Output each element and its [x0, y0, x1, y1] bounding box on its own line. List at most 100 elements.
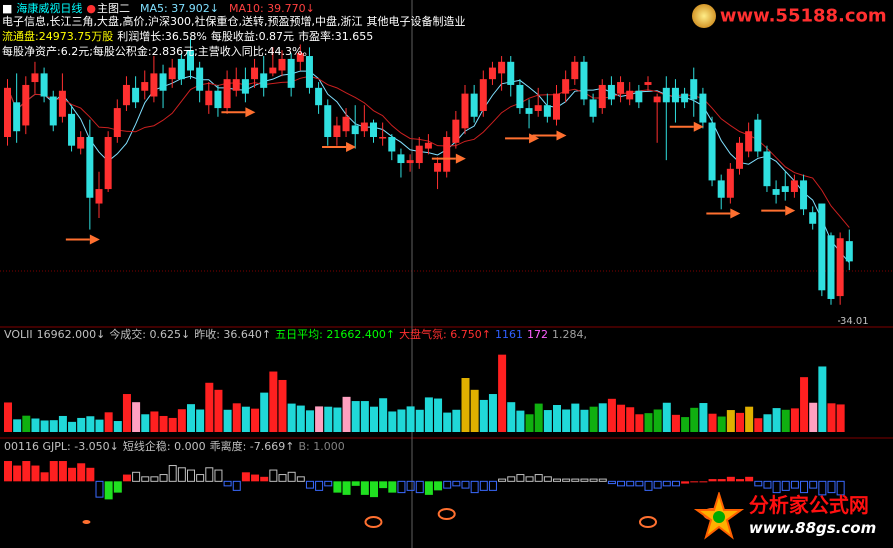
period-label[interactable]: 日线 [60, 2, 82, 15]
candle-body [68, 113, 76, 146]
indicator-bar [800, 480, 809, 494]
indicator-bar [49, 461, 58, 482]
volume-bar [159, 415, 168, 432]
volume-bar [187, 404, 195, 432]
indicator-bar [699, 481, 708, 483]
volume-bar [150, 411, 159, 432]
candle-body [196, 67, 204, 91]
industry-text: 其他电子设备制造业 [366, 15, 466, 28]
indicator-bar [58, 461, 67, 482]
candle-body [827, 235, 835, 299]
volume-bar [516, 410, 525, 432]
menu-square-icon[interactable]: ■ [2, 2, 12, 15]
indicator-bar [790, 480, 799, 489]
stock-chart[interactable]: 34.01 [0, 0, 893, 548]
indicator-bar [4, 461, 12, 482]
indicator-bar [507, 476, 516, 482]
volume-bar [196, 409, 205, 432]
candle-body [681, 93, 689, 103]
candle-body [58, 90, 66, 117]
indicator-bar [708, 479, 717, 482]
candle-body [470, 93, 478, 117]
candle-body [800, 180, 808, 210]
candle-body [315, 87, 323, 106]
indicator-bar [763, 480, 772, 489]
indicator-bar [653, 480, 662, 489]
indicator-bar [580, 478, 589, 482]
candle-body [699, 93, 707, 123]
indicator-bar [31, 465, 40, 482]
volume-bar [406, 406, 415, 432]
indicator-bar [205, 467, 214, 482]
vol-indicator-name[interactable]: VOLII [4, 328, 33, 341]
indicator-bar [470, 480, 479, 494]
volume-bar [434, 398, 443, 432]
candle-body [397, 154, 405, 164]
indicator-bar [196, 474, 205, 482]
candle-body [77, 137, 85, 149]
bottom-watermark: 分析家公式网 www.88gs.com [693, 492, 876, 542]
indicator-bar [626, 480, 635, 487]
indicator-bar [562, 478, 571, 482]
candle-body [534, 105, 542, 111]
indicator-bar [360, 481, 369, 495]
volume-bar [671, 414, 680, 432]
volume-bar [553, 405, 561, 432]
indicator-bar [379, 481, 388, 489]
top-watermark-logo-icon [692, 4, 716, 28]
candle-body [40, 73, 48, 97]
volume-bar [324, 406, 333, 432]
candle-body [351, 125, 359, 135]
indicator-bar [104, 481, 113, 500]
candle-body [150, 73, 158, 97]
volume-bar [132, 402, 141, 432]
indicator-bar [214, 469, 223, 482]
indicator-bar [461, 480, 470, 489]
candle-body [305, 56, 313, 88]
candle-body [251, 67, 259, 80]
volume-bar [800, 377, 809, 432]
candle-body [644, 82, 652, 85]
candle-body [543, 105, 551, 117]
volume-bar [40, 420, 49, 432]
chart-label[interactable]: 主图二 [97, 2, 130, 15]
volume-bar [260, 392, 269, 432]
candle-body [49, 96, 57, 126]
candle-body [635, 90, 643, 103]
volume-bar [379, 398, 388, 432]
indicator-bar [644, 480, 653, 491]
candle-body [223, 79, 231, 109]
indicator-bar [132, 471, 141, 482]
indicator-bar [187, 469, 195, 482]
candle-body [415, 145, 423, 164]
indicator-bar [113, 481, 122, 493]
volume-bar [113, 421, 122, 432]
volume-bar [809, 402, 818, 432]
indicator-bar [86, 467, 95, 482]
volume-bar [598, 403, 607, 432]
candle-body [662, 87, 670, 103]
volume-bar [452, 409, 461, 432]
brand-name: 分析家公式网 [748, 493, 869, 517]
volume-bar [580, 409, 589, 432]
indicator-bar [324, 480, 333, 487]
indicator-bar [406, 480, 415, 491]
candle-body [424, 142, 432, 149]
indicator-bar [22, 461, 31, 482]
candle-body [571, 61, 579, 80]
gjpl-value[interactable]: 00116 GJPL: -3.050↓ [4, 440, 119, 453]
volume-bar [543, 410, 552, 432]
vol-ratio: 1.284, [551, 328, 587, 341]
volume-bar [223, 409, 232, 432]
indicator-bar [827, 480, 836, 494]
candle-body [205, 90, 213, 106]
candle-body [708, 122, 716, 181]
indicator-bar [370, 481, 378, 498]
signal-circle [364, 516, 383, 528]
signal-circle [639, 516, 657, 528]
signal-arrow-head [730, 208, 741, 219]
signal-dot [82, 520, 91, 524]
volume-bar [726, 410, 735, 432]
volume-bar [342, 396, 351, 432]
candle-body [653, 96, 661, 103]
